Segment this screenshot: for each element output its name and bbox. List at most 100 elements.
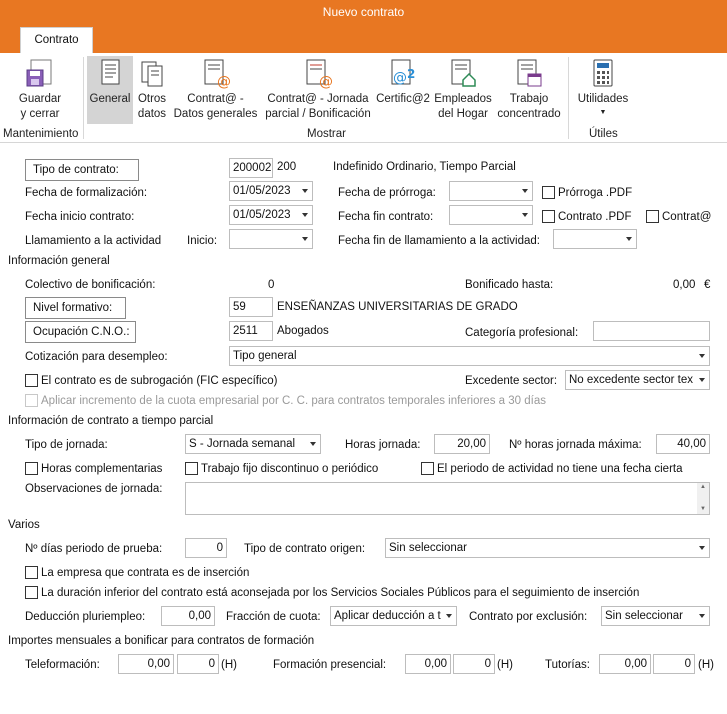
tipo-jornada-select[interactable]: S - Jornada semanal: [185, 434, 321, 454]
periodo-actividad-label: El periodo de actividad no tiene una fec…: [437, 463, 683, 475]
svg-text:2: 2: [407, 67, 415, 81]
ocupacion-code-input[interactable]: 2511: [229, 321, 273, 341]
fecha-fin-label: Fecha fin contrato:: [338, 211, 434, 223]
duracion-inferior-label: La duración inferior del contrato está a…: [41, 587, 640, 599]
tab-contrato[interactable]: Contrato: [20, 27, 93, 54]
contrato-origen-select[interactable]: Sin seleccionar: [385, 538, 710, 558]
section-formacion: Importes mensuales a bonificar para cont…: [8, 635, 315, 647]
bonificado-unit: €: [704, 279, 711, 291]
prorroga-pdf-checkbox[interactable]: [542, 186, 555, 199]
categoria-input[interactable]: [593, 321, 710, 341]
periodo-prueba-input[interactable]: 0: [185, 538, 227, 558]
ribbon-separator: [83, 57, 84, 139]
contrato-pdf-checkbox[interactable]: [542, 210, 555, 223]
horas-jornada-input[interactable]: 20,00: [434, 434, 490, 454]
dropdown-arrow-icon: [522, 213, 528, 217]
ribbon-separator: [568, 57, 569, 139]
otros-datos-button[interactable]: Otros datos: [134, 58, 170, 122]
scroll-down-icon: ▼: [700, 506, 706, 512]
home-document-icon: [451, 59, 476, 87]
ribbon-group-utiles: Útiles: [589, 128, 618, 140]
horas-max-input[interactable]: 40,00: [656, 434, 710, 454]
teleformacion-amount-input[interactable]: 0,00: [118, 654, 174, 674]
fecha-fin-select[interactable]: [449, 205, 533, 225]
trabajo-concentrado-button[interactable]: Trabajo concentrado: [495, 58, 563, 122]
nivel-formativo-description: ENSEÑANZAS UNIVERSITARIAS DE GRADO: [277, 301, 518, 313]
tipo-contrato-button[interactable]: Tipo de contrato:: [25, 159, 139, 181]
excedente-label: Excedente sector:: [465, 375, 558, 387]
colectivo-label: Colectivo de bonificación:: [25, 279, 156, 291]
dropdown-arrow-icon: [302, 189, 308, 193]
tab-strip: [0, 24, 727, 53]
incremento-checkbox[interactable]: [25, 394, 38, 407]
tutorias-hours-input[interactable]: 0: [653, 654, 695, 674]
tutorias-label: Tutorías:: [545, 659, 590, 671]
incremento-label: Aplicar incremento de la cuota empresari…: [41, 395, 546, 407]
svg-text:@: @: [319, 74, 333, 90]
empresa-insercion-label: La empresa que contrata es de inserción: [41, 567, 250, 579]
tipo-jornada-label: Tipo de jornada:: [25, 439, 108, 451]
ocupacion-cno-button[interactable]: Ocupación C.N.O.:: [25, 321, 136, 343]
fecha-inicio-select[interactable]: 01/05/2023: [229, 205, 313, 225]
deduccion-input[interactable]: 0,00: [161, 606, 215, 626]
tutorias-amount-input[interactable]: 0,00: [599, 654, 651, 674]
contrata-jornada-parcial-button[interactable]: @ Contrat@ - Jornada parcial / Bonificac…: [262, 58, 374, 122]
horas-complementarias-label: Horas complementarias: [41, 463, 163, 475]
dropdown-arrow-icon: [699, 614, 705, 618]
contrata-at-icon: @: [204, 59, 231, 90]
teleformacion-hours-input[interactable]: 0: [177, 654, 219, 674]
presencial-amount-input[interactable]: 0,00: [405, 654, 451, 674]
observaciones-textarea[interactable]: [185, 482, 710, 515]
cotizacion-select[interactable]: Tipo general: [229, 346, 710, 366]
subrogacion-checkbox[interactable]: [25, 374, 38, 387]
cotizacion-label: Cotización para desempleo:: [25, 351, 168, 363]
general-button[interactable]: General: [87, 58, 133, 107]
fraccion-select[interactable]: Aplicar deducción a t: [330, 606, 457, 626]
contrata-checkbox[interactable]: [646, 210, 659, 223]
fecha-inicio-label: Fecha inicio contrato:: [25, 211, 135, 223]
tipo-contrato-code-input[interactable]: 200002: [229, 158, 273, 178]
llamamiento-label: Llamamiento a la actividad: [25, 235, 162, 247]
dropdown-arrow-icon: [699, 378, 705, 382]
prorroga-pdf-label: Prórroga .PDF: [558, 187, 633, 199]
bonificado-value: 0,00: [673, 279, 696, 291]
duracion-inferior-checkbox[interactable]: [25, 586, 38, 599]
certifica-icon: @ 2: [391, 59, 415, 86]
periodo-actividad-checkbox[interactable]: [421, 462, 434, 475]
dropdown-arrow-icon: [522, 189, 528, 193]
excedente-select[interactable]: No excedente sector tex: [565, 370, 710, 390]
fin-llamamiento-select[interactable]: [553, 229, 637, 249]
observaciones-scrollbar[interactable]: ▲ ▼: [697, 483, 709, 514]
llamamiento-inicio-select[interactable]: [229, 229, 313, 249]
calculator-icon: [593, 59, 613, 87]
svg-text:@: @: [393, 70, 407, 86]
window-title: Nuevo contrato: [0, 0, 727, 24]
certifica2-button[interactable]: @ 2 Certific@2: [375, 58, 431, 107]
dropdown-arrow-icon: [699, 354, 705, 358]
fin-llamamiento-label: Fecha fin de llamamiento a la actividad:: [338, 235, 540, 247]
utilidades-button[interactable]: Utilidades ▼: [573, 58, 633, 119]
empresa-insercion-checkbox[interactable]: [25, 566, 38, 579]
hours-unit: (H): [698, 659, 714, 671]
ribbon-group-mostrar: Mostrar: [307, 128, 346, 140]
nivel-formativo-code-input[interactable]: 59: [229, 297, 273, 317]
fecha-formalizacion-label: Fecha de formalización:: [25, 187, 148, 199]
fecha-prorroga-select[interactable]: [449, 181, 533, 201]
exclusion-select[interactable]: Sin seleccionar: [601, 606, 710, 626]
contrato-origen-label: Tipo de contrato origen:: [244, 543, 366, 555]
contrata-datos-generales-button[interactable]: @ Contrat@ - Datos generales: [172, 58, 259, 122]
guardar-y-cerrar-button[interactable]: Guardar y cerrar: [14, 58, 66, 122]
presencial-hours-input[interactable]: 0: [453, 654, 495, 674]
empleados-hogar-button[interactable]: Empleados del Hogar: [432, 58, 494, 122]
deduccion-label: Deducción pluriempleo:: [25, 611, 146, 623]
fijo-discontinuo-checkbox[interactable]: [185, 462, 198, 475]
fijo-discontinuo-label: Trabajo fijo discontinuo o periódico: [201, 463, 379, 475]
contrata-at-icon: @: [306, 59, 333, 90]
horas-max-label: Nº horas jornada máxima:: [509, 439, 642, 451]
exclusion-label: Contrato por exclusión:: [469, 611, 588, 623]
horas-complementarias-checkbox[interactable]: [25, 462, 38, 475]
horas-jornada-label: Horas jornada:: [345, 439, 421, 451]
ribbon-group-mantenimiento: Mantenimiento: [3, 128, 79, 140]
nivel-formativo-button[interactable]: Nivel formativo:: [25, 297, 126, 319]
fecha-formalizacion-select[interactable]: 01/05/2023: [229, 181, 313, 201]
